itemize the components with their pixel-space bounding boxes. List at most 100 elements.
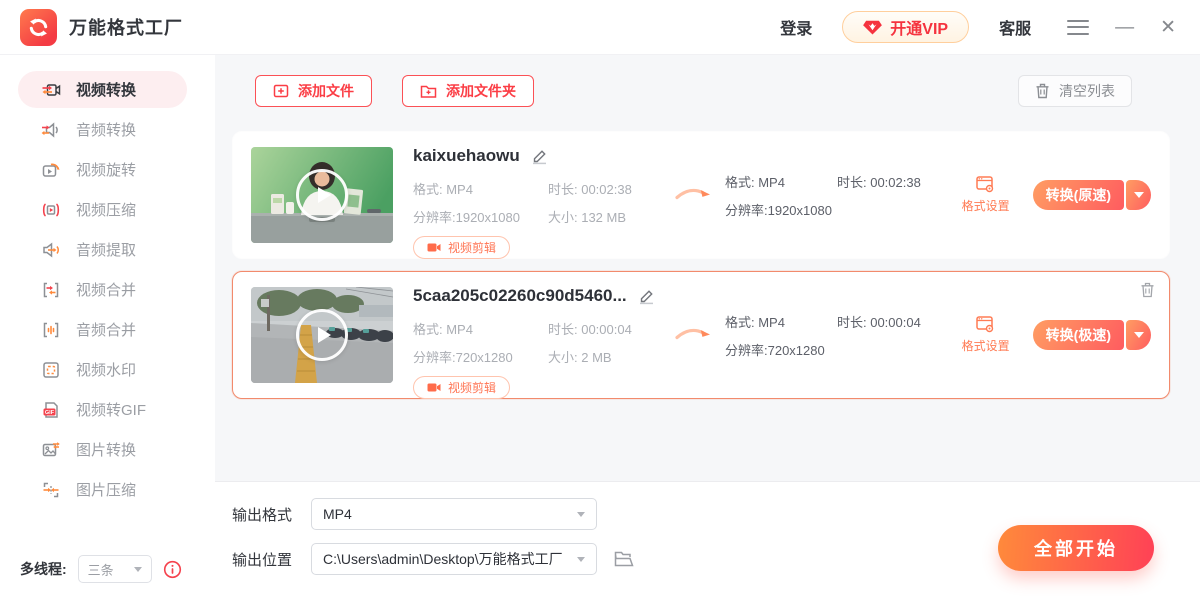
convert-arrow-icon (675, 184, 711, 207)
multithread-row: 多线程: 三条 (20, 555, 182, 583)
sidebar-item-label: 视频水印 (76, 359, 136, 380)
sidebar-item-label: 音频转换 (76, 119, 136, 140)
add-file-label: 添加文件 (298, 81, 354, 101)
format-settings-icon (976, 176, 995, 193)
file-name: kaixuehaowu (413, 146, 520, 166)
toolbar: 添加文件 添加文件夹 清空列表 (215, 55, 1200, 107)
video-convert-icon (41, 80, 61, 100)
file-name: 5caa205c02260c90d5460... (413, 286, 627, 306)
sidebar-item-label: 音频合并 (76, 319, 136, 340)
convert-label: 转换(原速) (1046, 185, 1111, 205)
sidebar-item-video-watermark[interactable]: 视频水印 (18, 351, 187, 388)
sidebar-item-image-compress[interactable]: 图片压缩 (18, 471, 187, 508)
sidebar-item-audio-convert[interactable]: 音频转换 (18, 111, 187, 148)
sidebar-item-label: 视频合并 (76, 279, 136, 300)
add-folder-label: 添加文件夹 (446, 81, 516, 101)
format-settings-label: 格式设置 (962, 197, 1010, 214)
convert-dropdown-button[interactable] (1126, 320, 1151, 350)
image-compress-icon (41, 480, 61, 500)
sidebar-item-video-compress[interactable]: 视频压缩 (18, 191, 187, 228)
audio-extract-icon (41, 240, 61, 260)
convert-label: 转换(极速) (1046, 325, 1111, 345)
close-icon[interactable]: ✕ (1160, 18, 1176, 37)
sidebar-item-label: 视频转换 (76, 79, 136, 100)
dst-resolution: 分辨率:1920x1080 (725, 200, 837, 219)
play-button[interactable] (251, 147, 393, 243)
dst-duration: 时长: 00:02:38 (837, 172, 953, 191)
dst-duration: 时长: 00:00:04 (837, 312, 953, 331)
add-file-button[interactable]: 添加文件 (255, 75, 372, 107)
multithread-label: 多线程: (20, 559, 67, 579)
add-folder-button[interactable]: 添加文件夹 (402, 75, 534, 107)
login-link[interactable]: 登录 (780, 15, 812, 39)
sidebar-item-video-merge[interactable]: 视频合并 (18, 271, 187, 308)
src-size: 大小: 2 MB (548, 347, 675, 366)
support-link[interactable]: 客服 (999, 15, 1031, 39)
clear-list-button[interactable]: 清空列表 (1018, 75, 1132, 107)
output-location-select[interactable]: C:\Users\admin\Desktop\万能格式工厂 (311, 543, 597, 575)
convert-button[interactable]: 转换(极速) (1033, 320, 1124, 350)
open-folder-icon[interactable] (614, 551, 634, 567)
sidebar-item-label: 视频压缩 (76, 199, 136, 220)
clear-list-label: 清空列表 (1059, 81, 1115, 101)
chevron-down-icon (134, 567, 142, 572)
chevron-down-icon (1134, 332, 1144, 338)
file-row[interactable]: 5caa205c02260c90d5460... 格式: MP4 时长: 00:… (232, 271, 1170, 399)
sidebar-item-label: 音频提取 (76, 239, 136, 260)
chevron-down-icon (577, 512, 585, 517)
sidebar-item-audio-merge[interactable]: 音频合并 (18, 311, 187, 348)
convert-dropdown-button[interactable] (1126, 180, 1151, 210)
info-icon[interactable] (163, 560, 182, 579)
open-vip-button[interactable]: 开通VIP (842, 11, 969, 43)
convert-arrow-icon (675, 324, 711, 347)
src-format: 格式: MP4 (413, 179, 548, 198)
delete-row-icon[interactable] (1140, 282, 1155, 298)
convert-button[interactable]: 转换(原速) (1033, 180, 1124, 210)
video-watermark-icon (41, 360, 61, 380)
dst-format: 格式: MP4 (725, 172, 837, 191)
format-settings-label: 格式设置 (962, 337, 1010, 354)
sidebar-item-video-to-gif[interactable]: GIF 视频转GIF (18, 391, 187, 428)
minimize-icon[interactable]: — (1115, 18, 1134, 37)
menu-icon[interactable] (1067, 20, 1089, 35)
file-row[interactable]: kaixuehaowu 格式: MP4 时长: 00:02:38 分辨率:192… (232, 131, 1170, 259)
output-location-label: 输出位置 (232, 549, 311, 570)
src-resolution: 分辨率:1920x1080 (413, 207, 548, 226)
sidebar-item-audio-extract[interactable]: 音频提取 (18, 231, 187, 268)
dst-format: 格式: MP4 (725, 312, 837, 331)
svg-text:GIF: GIF (45, 409, 55, 415)
src-duration: 时长: 00:02:38 (548, 179, 675, 198)
output-format-select[interactable]: MP4 (311, 498, 597, 530)
video-clip-button[interactable]: 视频剪辑 (413, 236, 510, 259)
video-clip-label: 视频剪辑 (448, 239, 496, 256)
multithread-select[interactable]: 三条 (78, 555, 152, 583)
video-thumbnail (251, 287, 393, 383)
sidebar-item-video-convert[interactable]: 视频转换 (18, 71, 187, 108)
play-button[interactable] (251, 287, 393, 383)
sidebar-item-label: 视频转GIF (76, 399, 146, 420)
video-clip-button[interactable]: 视频剪辑 (413, 376, 510, 399)
src-format: 格式: MP4 (413, 319, 548, 338)
image-convert-icon (41, 440, 61, 460)
chevron-down-icon (577, 557, 585, 562)
sidebar-item-image-convert[interactable]: 图片转换 (18, 431, 187, 468)
audio-merge-icon (41, 320, 61, 340)
output-panel: 输出格式 MP4 输出位置 C:\Users\admin\Desktop\万能格… (215, 481, 1200, 600)
sidebar-item-label: 图片转换 (76, 439, 136, 460)
add-folder-icon (420, 84, 437, 99)
start-all-button[interactable]: 全部开始 (998, 525, 1154, 571)
video-compress-icon (41, 200, 61, 220)
vip-label: 开通VIP (890, 15, 948, 39)
src-size: 大小: 132 MB (548, 207, 675, 226)
output-format-label: 输出格式 (232, 504, 311, 525)
output-format-value: MP4 (323, 506, 352, 522)
format-settings-button[interactable]: 格式设置 (955, 316, 1017, 354)
rename-icon[interactable] (531, 148, 548, 165)
gif-icon: GIF (41, 400, 61, 420)
camera-icon (427, 242, 441, 253)
rename-icon[interactable] (638, 288, 655, 305)
trash-icon (1035, 83, 1050, 99)
camera-icon (427, 382, 441, 393)
format-settings-button[interactable]: 格式设置 (955, 176, 1017, 214)
sidebar-item-video-rotate[interactable]: 视频旋转 (18, 151, 187, 188)
